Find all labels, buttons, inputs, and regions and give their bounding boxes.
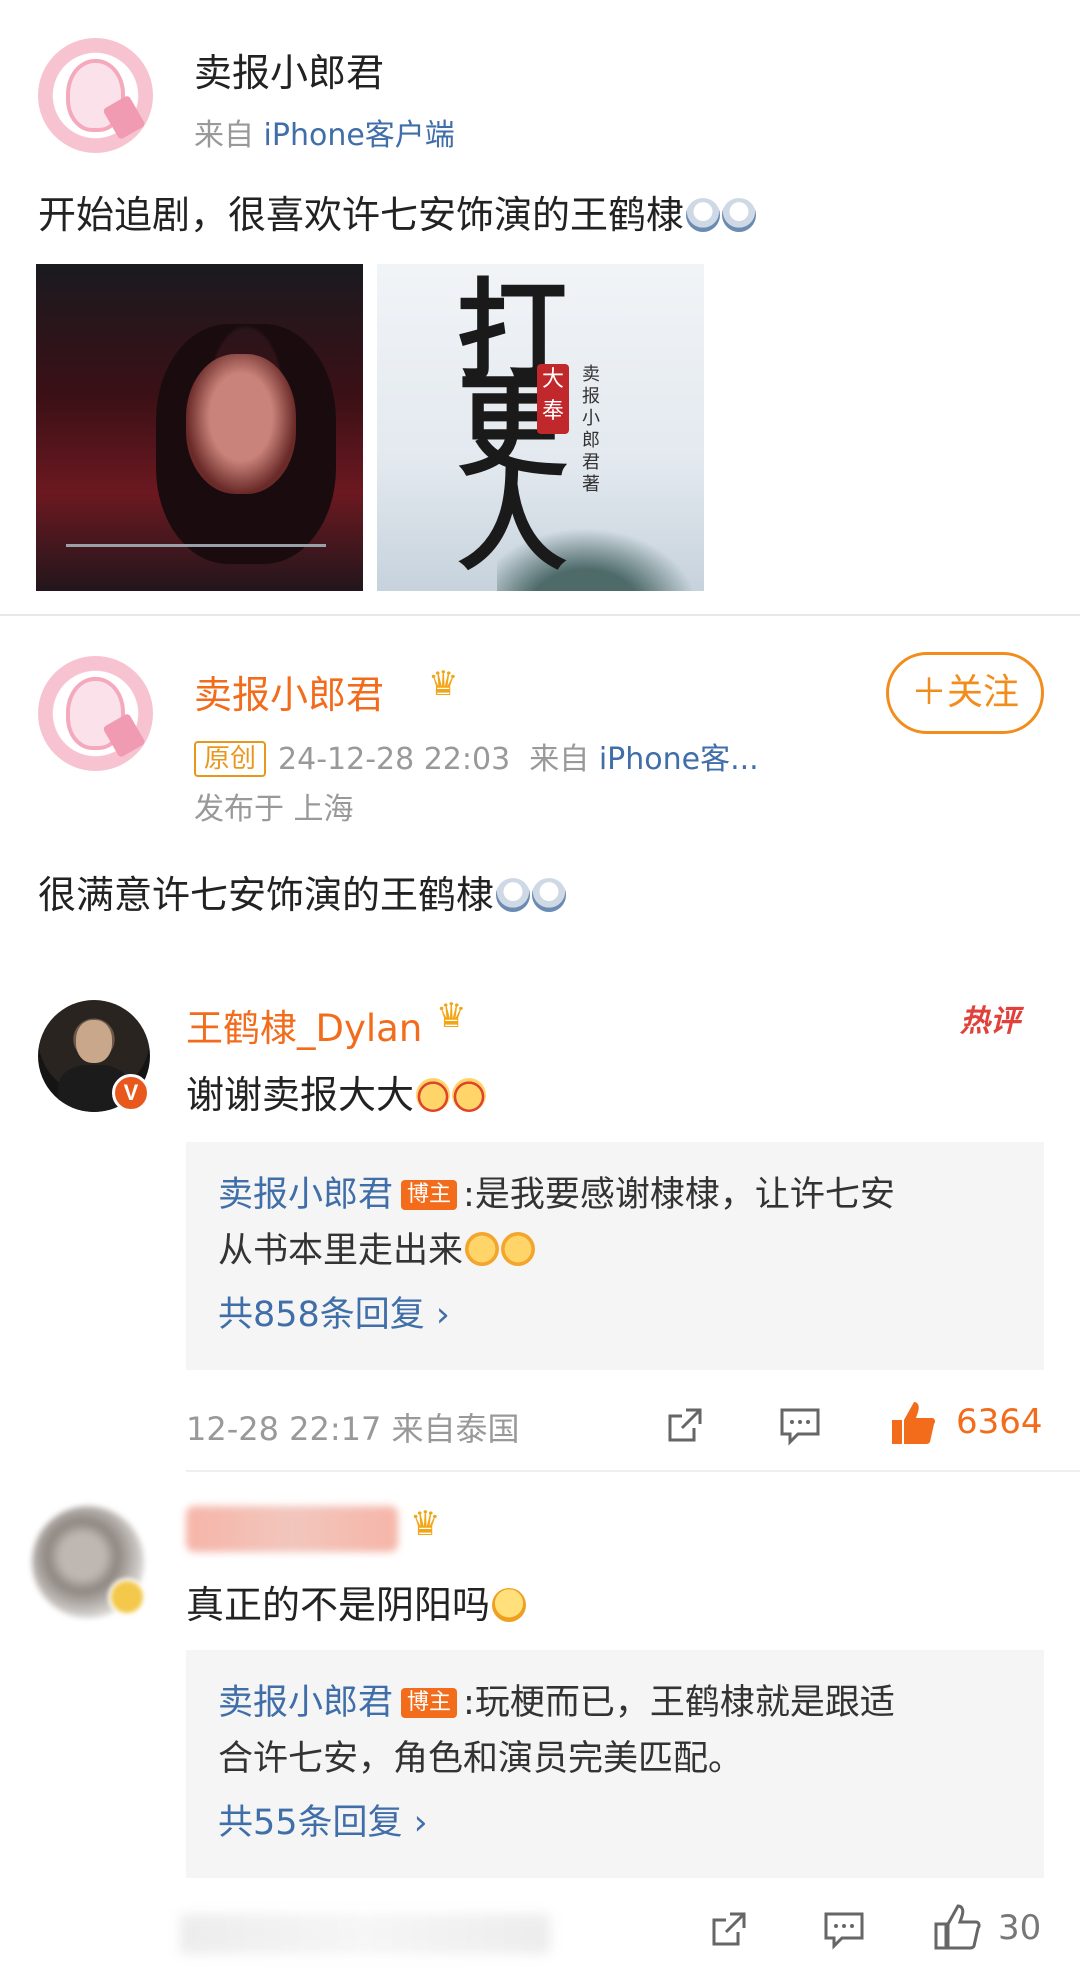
share-icon [712,1912,746,1946]
emoji-icon [465,1232,500,1266]
original-badge: 原创 [194,741,267,777]
crown-icon: ♛ [428,664,459,704]
emoji-icon [416,1078,451,1112]
comment-meta: 12-28 22:17 来自泰国 [186,1410,520,1448]
host-badge: 博主 [401,1688,458,1718]
comment-button[interactable] [778,1404,822,1446]
source-client-link[interactable]: iPhone客... [599,742,759,777]
divider [186,1470,1080,1472]
post-author-name[interactable]: 卖报小郎君 [194,42,384,97]
comment-text-body: 真正的不是阴阳吗 [186,1583,491,1627]
reply-preview[interactable]: 卖报小郎君 博主:玩梗而已，王鹤棣就是跟适 合许七安，角色和演员完美匹配。 共55… [186,1650,1044,1878]
emoji-icon [686,198,721,232]
avatar[interactable] [38,38,153,153]
like-button[interactable] [932,1902,982,1952]
comment-icon [780,1408,820,1446]
post-body: 很满意许七安饰演的王鹤棣 [38,864,567,919]
thumbs-up-icon [892,1402,936,1444]
source-client-link[interactable]: iPhone客户端 [264,118,455,153]
comment-text: 真正的不是阴阳吗 [186,1574,527,1629]
comment-text-body: 谢谢卖报大大 [186,1073,415,1117]
reply-text: :玩梗而已，王鹤棣就是跟适 [463,1683,895,1723]
emoji-icon [452,1078,487,1112]
divider [0,614,1080,616]
host-badge: 博主 [401,1180,458,1210]
share-icon [668,1408,702,1442]
avatar[interactable] [38,656,153,771]
reply-line: 卖报小郎君 博主:玩梗而已，王鹤棣就是跟适 [218,1674,895,1725]
comment-author-name[interactable]: 王鹤棣_Dylan [186,998,422,1052]
post-timestamp: 24-12-28 22:03 [278,742,511,777]
reply-author-link[interactable]: 卖报小郎君 [218,1683,393,1723]
reply-preview[interactable]: 卖报小郎君 博主:是我要感谢棣棣，让许七安 从书本里走出来 共858条回复 › [186,1142,1044,1370]
reply-count-link[interactable]: 共858条回复 › [218,1286,450,1337]
comment-text: 谢谢卖报大大 [186,1064,487,1119]
reply-line: 合许七安，角色和演员完美匹配。 [218,1730,743,1781]
like-count: 30 [998,1908,1042,1948]
post-author-name[interactable]: 卖报小郎君 [194,664,384,719]
comment-author-name[interactable] [186,1506,398,1552]
blurred-meta [180,1914,550,1954]
reply-text: 从书本里走出来 [218,1231,464,1271]
follow-button[interactable]: ＋关注 [886,652,1044,734]
reply-author-link[interactable]: 卖报小郎君 [218,1175,393,1215]
emoji-icon [496,878,531,912]
verified-badge: V [112,1074,150,1112]
crown-icon: ♛ [436,996,467,1036]
emoji-icon [501,1232,536,1266]
post-body-text: 很满意许七安饰演的王鹤棣 [38,873,495,917]
post-body-text: 开始追剧，很喜欢许七安饰演的王鹤棣 [38,193,685,237]
book-cover-image[interactable]: 打更人 大奉 卖报小郎君著 [377,264,704,591]
emoji-icon [492,1588,527,1622]
reply-count-link[interactable]: 共55条回复 › [218,1794,428,1845]
reply-line: 从书本里走出来 [218,1222,536,1273]
source-prefix: 来自 [194,118,254,153]
share-button[interactable] [708,1908,750,1950]
comment-icon [824,1912,864,1950]
comment-button[interactable] [822,1908,866,1950]
reply-text: 合许七安，角色和演员完美匹配。 [218,1739,744,1779]
hot-comment-tag: 热评 [960,1004,1020,1039]
post-body: 开始追剧，很喜欢许七安饰演的王鹤棣 [38,184,757,239]
tv-still-image[interactable] [36,264,363,591]
reply-line: 卖报小郎君 博主:是我要感谢棣棣，让许七安 [218,1166,895,1217]
like-button[interactable] [888,1398,938,1448]
post-source: 来自 iPhone客户端 [194,110,455,154]
emoji-icon [722,198,757,232]
source-prefix: 来自 [529,742,590,777]
post-location: 发布于 上海 [194,792,354,827]
emoji-icon [532,878,567,912]
thumbs-up-icon [934,1904,981,1950]
verified-badge [108,1578,146,1616]
share-button[interactable] [664,1404,706,1446]
like-count: 6364 [956,1402,1043,1442]
crown-icon: ♛ [410,1504,441,1544]
post-meta: 原创 24-12-28 22:03 来自 iPhone客... [194,734,759,778]
reply-text: :是我要感谢棣棣，让许七安 [463,1175,895,1215]
